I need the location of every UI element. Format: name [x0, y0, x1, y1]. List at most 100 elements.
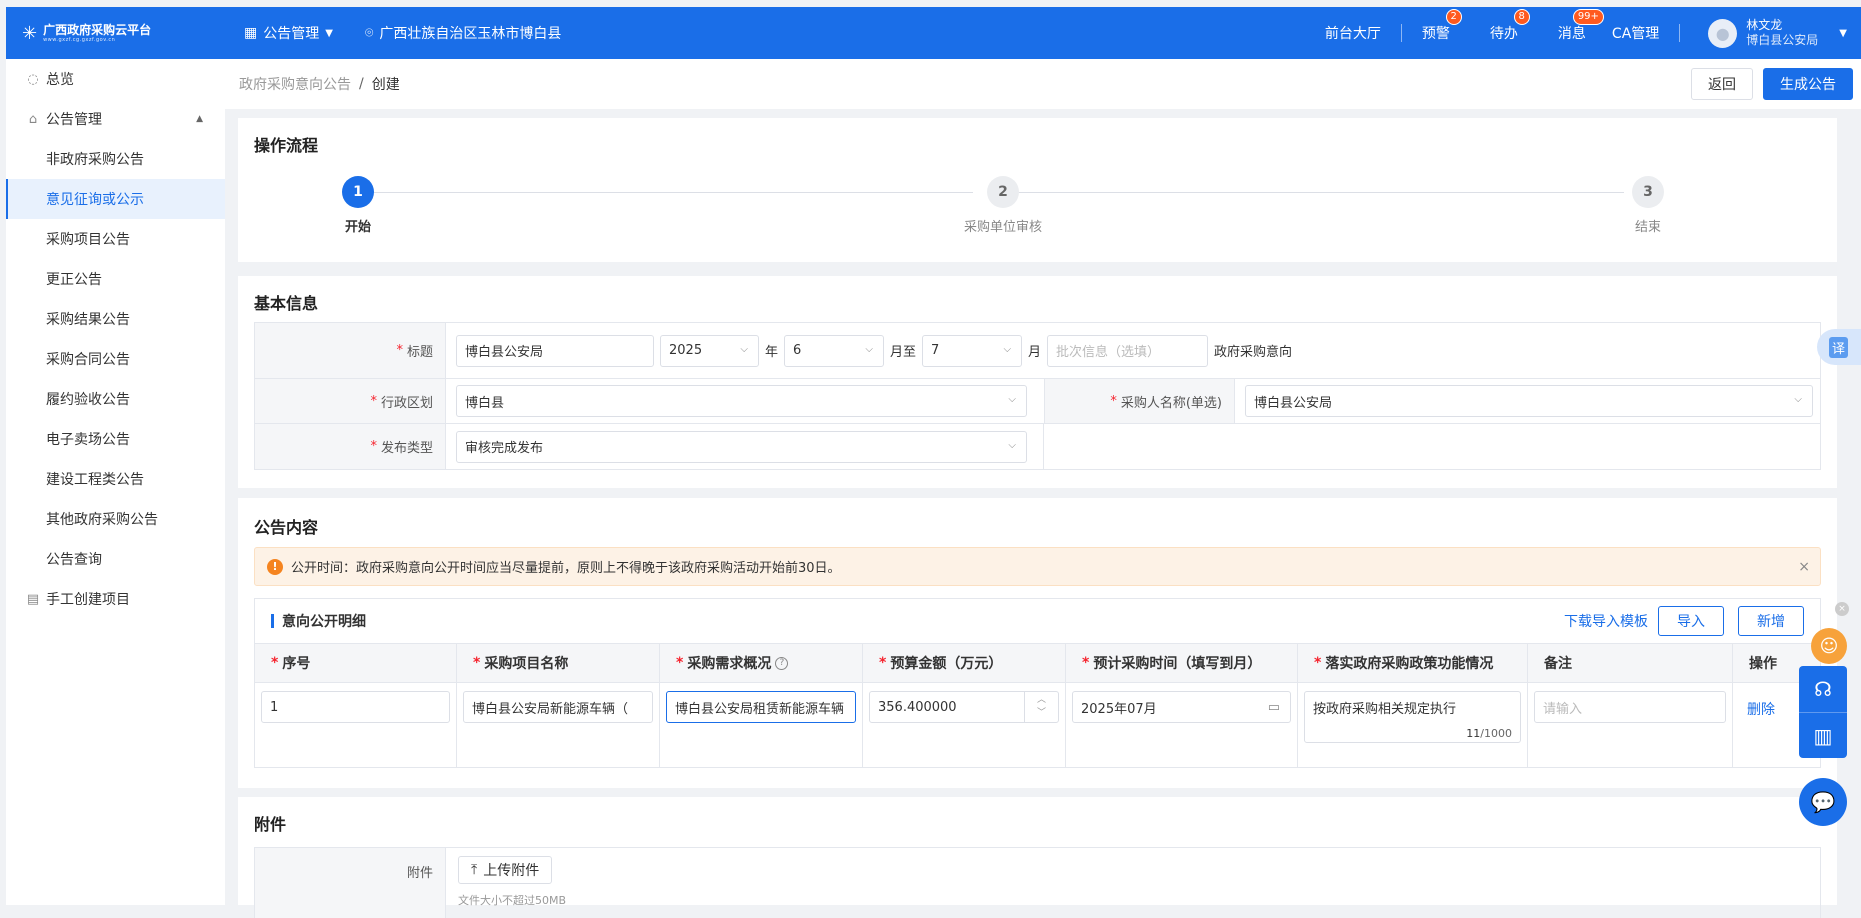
warning-badge: 2 [1445, 9, 1462, 25]
chevron-down-icon: ⌵ [1003, 343, 1012, 355]
sidebar-item-manual-project[interactable]: ▤ 手工创建项目 [6, 579, 225, 619]
purchaser-label: * 采购人名称(单选) [1044, 379, 1235, 423]
index-input[interactable]: 1 [261, 691, 450, 723]
publish-type-select[interactable]: 审核完成发布 ⌵ [456, 430, 1027, 463]
month-to-select[interactable]: 7 ⌵ [922, 334, 1023, 367]
remark-input[interactable]: 请输入 [1534, 691, 1726, 723]
title-suffix: 政府采购意向 [1214, 345, 1293, 360]
sidebar-item-label: 建设工程类公告 [46, 472, 144, 488]
sidebar-item-acceptance[interactable]: 履约验收公告 [6, 379, 225, 419]
sidebar-item-label: 采购项目公告 [46, 232, 130, 248]
upload-button[interactable]: ⤒ 上传附件 [458, 856, 553, 884]
sidebar-item-label: 采购合同公告 [46, 352, 130, 368]
download-template-link[interactable]: 下载导入模板 [1564, 611, 1648, 631]
headset-icon[interactable]: ☊ [1814, 666, 1832, 712]
step-label: 结束 [1634, 220, 1661, 235]
time-picker[interactable]: 2025年07月 ▭ [1072, 691, 1291, 723]
step-line [1015, 192, 1624, 193]
step-number: 3 [1632, 176, 1664, 208]
back-button[interactable]: 返回 [1691, 68, 1753, 100]
col-header-time: * 预计采购时间（填写到月） [1066, 643, 1297, 683]
sidebar-item-construction[interactable]: 建设工程类公告 [6, 459, 225, 499]
sidebar-item-non-gov[interactable]: 非政府采购公告 [6, 139, 225, 179]
sidebar-item-result[interactable]: 采购结果公告 [6, 299, 225, 339]
detail-table: 意向公开明细 下载导入模板 导入 新增 * 序号 1 * 采购项目名称 博白县公安局… [254, 598, 1821, 768]
calendar-icon: ▭ [1267, 699, 1280, 715]
step-line [368, 192, 973, 193]
logo[interactable]: ✳ 广西政府采购云平台 www.gxzf.cg.gxzf.gov.cn [6, 23, 222, 44]
sidebar-item-overview[interactable]: ◌ 总览 [6, 59, 225, 99]
close-icon[interactable]: × [1798, 559, 1810, 575]
stepper-icon[interactable]: ︿ ﹀ [1024, 692, 1058, 722]
step-number: 2 [987, 176, 1019, 208]
lobby-label: 前台大厅 [1324, 26, 1381, 42]
translate-button[interactable]: 译 [1817, 329, 1861, 365]
sidebar-item-label: 总览 [46, 72, 74, 88]
sidebar-item-query[interactable]: 公告查询 [6, 539, 225, 579]
publish-type-label: * 发布类型 [255, 424, 446, 469]
message-link[interactable]: 消息 99+ [1538, 9, 1606, 43]
lobby-link[interactable]: 前台大厅 [1305, 23, 1401, 43]
requirement-input[interactable]: 博白县公安局租赁新能源车辆 [666, 691, 856, 723]
purchaser-select[interactable]: 博白县公安局 ⌵ [1245, 385, 1813, 417]
generate-button[interactable]: 生成公告 [1763, 68, 1853, 100]
sidebar-item-emall[interactable]: 电子卖场公告 [6, 419, 225, 459]
month-from-select[interactable]: 6 ⌵ [784, 334, 885, 367]
logo-title: 广西政府采购云平台 [43, 22, 152, 37]
title-input[interactable]: 博白县公安局 [456, 334, 654, 367]
ca-link[interactable]: CA管理 [1606, 23, 1679, 43]
step-3: 3 结束 [1588, 176, 1708, 235]
delete-link[interactable]: 删除 [1747, 699, 1775, 719]
location-pin-icon: ⌾ [364, 25, 374, 41]
budget-input[interactable]: 356.400000 ︿ ﹀ [869, 691, 1059, 723]
message-label: 消息 [1557, 26, 1586, 42]
sidebar-item-contract[interactable]: 采购合同公告 [6, 339, 225, 379]
sidebar-item-label: 手工创建项目 [46, 592, 130, 608]
user-menu[interactable]: ● 林文龙 博白县公安局 ▼ [1680, 18, 1861, 48]
step-label: 开始 [344, 220, 371, 235]
sidebar-item-announcement-mgmt[interactable]: ⌂ 公告管理 ▲ [6, 99, 225, 139]
attachment-label: 附件 [255, 848, 446, 918]
sidebar-item-consultation[interactable]: 意见征询或公示 [6, 179, 225, 219]
year-select[interactable]: 2025 ⌵ [660, 334, 759, 367]
todo-link[interactable]: 待办 8 [1470, 9, 1538, 43]
sidebar-item-other[interactable]: 其他政府采购公告 [6, 499, 225, 539]
logo-subtitle: www.gxzf.cg.gxzf.gov.cn [43, 36, 116, 43]
region-select[interactable]: 博白县 ⌵ [456, 385, 1027, 417]
caret-up-icon: ▲ [196, 114, 203, 124]
circle-icon: ◌ [27, 71, 39, 87]
chat-button[interactable]: 💬 [1799, 778, 1847, 826]
caret-down-icon: ▼ [325, 27, 333, 39]
caret-down-icon: ▼ [1839, 27, 1847, 39]
warning-link[interactable]: 预警 2 [1402, 9, 1470, 43]
breadcrumb-separator: / [359, 76, 364, 92]
policy-textarea[interactable]: 按政府采购相关规定执行 11/1000 [1304, 691, 1521, 743]
project-name-input[interactable]: 博白县公安局新能源车辆（ [463, 691, 653, 723]
chevron-down-icon: ⌵ [1794, 394, 1802, 405]
warning-label: 预警 [1421, 26, 1450, 42]
region-label: 广西壮族自治区玉林市博白县 [379, 26, 562, 42]
sidebar-item-project[interactable]: 采购项目公告 [6, 219, 225, 259]
mascot-icon[interactable]: ☺ [1811, 628, 1847, 664]
month-unit: 月 [1028, 345, 1042, 360]
flow-title: 操作流程 [254, 136, 319, 155]
region-label: * 行政区划 [255, 379, 446, 423]
add-button[interactable]: 新增 [1738, 606, 1804, 636]
module-menu[interactable]: ▦ 公告管理 ▼ [244, 23, 333, 43]
building-icon: ⌂ [28, 111, 38, 127]
batch-input[interactable]: 批次信息（选填） [1047, 334, 1209, 367]
close-icon[interactable]: × [1835, 602, 1849, 616]
basic-form: * 标题 博白县公安局 2025 ⌵ 年 6 ⌵ 月至 7 ⌵ 月 批次信息（选填） 政… [254, 322, 1821, 470]
sidebar-item-correction[interactable]: 更正公告 [6, 259, 225, 299]
help-icon[interactable]: ? [775, 656, 789, 670]
breadcrumb-parent[interactable]: 政府采购意向公告 [239, 74, 351, 94]
info-icon: ! [267, 558, 283, 575]
alert-text: 公开时间：政府采购意向公开时间应当尽量提前，原则上不得晚于该政府采购活动开始前3… [291, 561, 841, 576]
sidebar-item-label: 电子卖场公告 [46, 432, 130, 448]
import-button[interactable]: 导入 [1658, 606, 1724, 636]
char-count: 11/1000 [1466, 727, 1512, 740]
col-header-index: * 序号 [255, 643, 456, 683]
region-selector[interactable]: ⌾ 广西壮族自治区玉林市博白县 [365, 23, 561, 43]
detail-title: 意向公开明细 [282, 614, 366, 630]
chart-icon[interactable]: ▥ [1799, 712, 1847, 758]
